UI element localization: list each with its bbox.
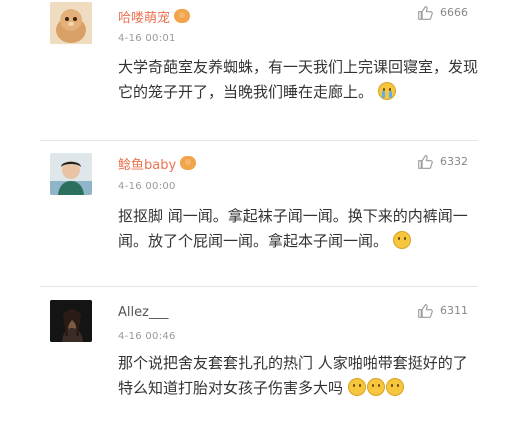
username[interactable]: Allez___ (118, 305, 168, 320)
comment-item: 哈喽萌宠 4-16 00:01 6666 大学奇葩室友养蜘蛛，有一天我们上完课回… (0, 2, 518, 137)
vip-badge-icon (180, 156, 197, 170)
comment-text: 大学奇葩室友养蜘蛛，有一天我们上完课回寝室，发现它的笼子开了，当晚我们睡在走廊上… (118, 55, 478, 105)
like-count: 6666 (440, 6, 468, 19)
thumbs-up-icon (418, 154, 433, 169)
thumbs-up-icon (418, 5, 433, 20)
comment-item: Allez___ 4-16 00:46 6311 那个说把舍友套套扎孔的热门 人… (0, 300, 518, 440)
comment-text-content: 抠抠脚 闻一闻。拿起袜子闻一闻。换下来的内裤闻一闻。放了个屁闻一闻。拿起本子闻一… (118, 207, 468, 250)
vip-badge-icon (174, 9, 191, 23)
comment-item: 鲶鱼baby 4-16 00:00 6332 抠抠脚 闻一闻。拿起袜子闻一闻。换… (0, 153, 518, 283)
comment-text: 抠抠脚 闻一闻。拿起袜子闻一闻。换下来的内裤闻一闻。放了个屁闻一闻。拿起本子闻一… (118, 204, 478, 254)
username[interactable]: 哈喽萌宠 (118, 7, 170, 26)
comment-text-content: 那个说把舍友套套扎孔的热门 人家啪啪带套挺好的了 特么知道打胎对女孩子伤害多大吗 (118, 354, 468, 397)
thumbs-up-icon (418, 303, 433, 318)
like-button[interactable]: 6311 (417, 302, 468, 319)
divider (40, 286, 478, 287)
crying-emoji-icon (377, 82, 396, 100)
like-count: 6332 (440, 155, 468, 168)
like-button[interactable]: 6666 (417, 4, 468, 21)
like-button[interactable]: 6332 (417, 153, 468, 170)
thinking-emoji-icon (385, 378, 404, 396)
like-count: 6311 (440, 304, 468, 317)
timestamp: 4-16 00:00 (118, 181, 176, 192)
divider (40, 140, 478, 141)
timestamp: 4-16 00:01 (118, 33, 176, 44)
avatar[interactable] (50, 300, 92, 342)
comment-text-content: 大学奇葩室友养蜘蛛，有一天我们上完课回寝室，发现它的笼子开了，当晚我们睡在走廊上… (118, 58, 479, 101)
thinking-emoji-icon (347, 378, 366, 396)
avatar[interactable] (50, 153, 92, 195)
thinking-emoji-icon (366, 378, 385, 396)
username[interactable]: 鲶鱼baby (118, 154, 176, 173)
comment-text: 那个说把舍友套套扎孔的热门 人家啪啪带套挺好的了 特么知道打胎对女孩子伤害多大吗 (118, 351, 478, 401)
avatar[interactable] (50, 2, 92, 44)
timestamp: 4-16 00:46 (118, 331, 176, 342)
smile-emoji-icon (392, 231, 411, 249)
